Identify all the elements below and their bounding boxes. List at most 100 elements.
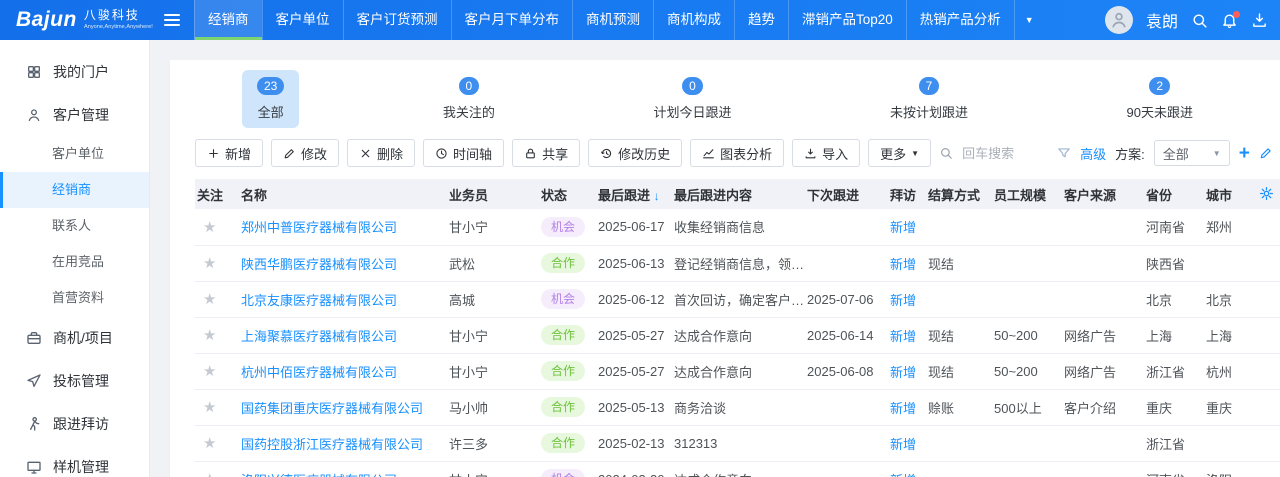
visit-add-link[interactable]: 新增 [890, 437, 916, 452]
top-tab-opportunity-forecast[interactable]: 商机预测 [572, 0, 653, 40]
sidebar-item-customer-management[interactable]: 客户管理 [0, 93, 149, 136]
column-header-province[interactable]: 省份 [1144, 179, 1204, 209]
sidebar-item-follow-up-visit[interactable]: 跟进拜访 [0, 402, 149, 445]
favorite-star-icon[interactable]: ★ [203, 291, 216, 308]
company-name-link[interactable]: 杭州中佰医疗器械有限公司 [241, 365, 397, 380]
favorite-star-icon[interactable]: ★ [203, 399, 216, 416]
company-name-link[interactable]: 陕西华鹏医疗器械有限公司 [241, 257, 397, 272]
sidebar-subitem-contacts[interactable]: 联系人 [0, 208, 149, 244]
stat-no-follow-90d[interactable]: 290天未跟进 [1112, 70, 1208, 128]
column-settings-gear-icon[interactable] [1259, 186, 1274, 201]
column-header-next-follow[interactable]: 下次跟进 [805, 179, 888, 209]
cell-name: 上海聚慕医疗器械有限公司 [239, 317, 447, 353]
stat-off-plan[interactable]: 7未按计划跟进 [875, 70, 983, 128]
favorite-star-icon[interactable]: ★ [203, 435, 216, 452]
notifications-bell-icon[interactable] [1221, 12, 1238, 29]
cell-visit: 新增 [888, 353, 926, 389]
add-button[interactable]: 新增 [195, 139, 263, 167]
visit-add-link[interactable]: 新增 [890, 329, 916, 344]
column-header-city[interactable]: 城市 [1204, 179, 1262, 209]
top-tab-dealer[interactable]: 经销商 [194, 0, 262, 40]
cell-province: 上海 [1144, 317, 1204, 353]
edit-button[interactable]: 修改 [271, 139, 339, 167]
visit-add-link[interactable]: 新增 [890, 365, 916, 380]
table-search-input[interactable] [962, 146, 1048, 161]
chart-analysis-button[interactable]: 图表分析 [690, 139, 784, 167]
column-header-settlement[interactable]: 结算方式 [926, 179, 992, 209]
favorite-star-icon[interactable]: ★ [203, 363, 216, 380]
share-button[interactable]: 共享 [512, 139, 580, 167]
column-header-staff-size[interactable]: 员工规模 [992, 179, 1062, 209]
visit-add-link[interactable]: 新增 [890, 473, 916, 477]
filter-funnel-icon[interactable] [1057, 146, 1071, 160]
company-name-link[interactable]: 国药集团重庆医疗器械有限公司 [241, 401, 423, 416]
top-tab-trend[interactable]: 趋势 [734, 0, 788, 40]
visit-icon [26, 416, 42, 432]
download-icon[interactable] [1251, 12, 1268, 29]
advanced-filter-link[interactable]: 高级 [1080, 144, 1106, 163]
sidebar-subitem-customer-unit[interactable]: 客户单位 [0, 136, 149, 172]
sidebar-subitem-competing-products[interactable]: 在用竞品 [0, 244, 149, 280]
top-tab-slow-moving-top20[interactable]: 滞销产品Top20 [788, 0, 906, 40]
timeline-button[interactable]: 时间轴 [423, 139, 504, 167]
delete-button[interactable]: 删除 [347, 139, 415, 167]
favorite-star-icon[interactable]: ★ [203, 219, 216, 236]
company-name-link[interactable]: 郑州中普医疗器械有限公司 [241, 220, 397, 235]
cell-settlement: 现结 [926, 245, 992, 281]
stat-all[interactable]: 23全部 [242, 70, 299, 128]
sidebar-subitem-initial-qualification[interactable]: 首营资料 [0, 280, 149, 316]
top-tab-customer-monthly-order-distribution[interactable]: 客户月下单分布 [451, 0, 573, 40]
favorite-star-icon[interactable]: ★ [203, 471, 216, 477]
cell-visit: 新增 [888, 209, 926, 245]
visit-add-link[interactable]: 新增 [890, 401, 916, 416]
edit-history-button[interactable]: 修改历史 [588, 139, 682, 167]
visit-add-link[interactable]: 新增 [890, 257, 916, 272]
add-scheme-icon[interactable]: + [1239, 144, 1250, 163]
cell-settlement: 现结 [926, 353, 992, 389]
company-name-link[interactable]: 北京友康医疗器械有限公司 [241, 293, 397, 308]
search-icon[interactable] [1191, 12, 1208, 29]
cell-last-follow: 2025-02-13 [596, 425, 672, 461]
username[interactable]: 袁朗 [1146, 8, 1178, 32]
column-header-visit[interactable]: 拜访 [888, 179, 926, 209]
menu-toggle-icon[interactable] [150, 0, 194, 40]
top-tab-hot-product-analysis[interactable]: 热销产品分析 [906, 0, 1015, 40]
sidebar-item-opportunity-project[interactable]: 商机/项目 [0, 316, 149, 359]
sidebar-item-my-portal[interactable]: 我的门户 [0, 50, 149, 93]
company-name-link[interactable]: 国药控股浙江医疗器械有限公司 [241, 437, 423, 452]
stat-my-followed[interactable]: 0我关注的 [428, 70, 510, 128]
import-button[interactable]: 导入 [792, 139, 860, 167]
scheme-select[interactable]: 全部 ▼ [1154, 140, 1230, 166]
cell-favorite: ★ [195, 425, 239, 461]
column-header-last-follow[interactable]: 最后跟进 ↓ [596, 179, 672, 209]
more-button[interactable]: 更多▼ [868, 139, 931, 167]
column-header-salesman[interactable]: 业务员 [447, 179, 539, 209]
edit-scheme-icon[interactable] [1259, 146, 1273, 160]
top-tab-customer-unit[interactable]: 客户单位 [262, 0, 343, 40]
column-header-last-follow-content[interactable]: 最后跟进内容 [672, 179, 805, 209]
top-tab-opportunity-composition[interactable]: 商机构成 [653, 0, 734, 40]
column-header-name[interactable]: 名称 [239, 179, 447, 209]
top-tab-customer-order-forecast[interactable]: 客户订货预测 [343, 0, 451, 40]
favorite-star-icon[interactable]: ★ [203, 255, 216, 272]
column-header-customer-source[interactable]: 客户来源 [1062, 179, 1144, 209]
stat-planned-today[interactable]: 0计划今日跟进 [638, 70, 746, 128]
favorite-star-icon[interactable]: ★ [203, 327, 216, 344]
sidebar-item-bidding-management[interactable]: 投标管理 [0, 359, 149, 402]
app-logo[interactable]: Bajun 八骏科技 Anyone,Anytime,Anywhere! [0, 8, 150, 32]
cell-province: 重庆 [1144, 389, 1204, 425]
cell-city: 北京 [1204, 281, 1262, 317]
column-header-status[interactable]: 状态 [539, 179, 596, 209]
cell-name: 陕西华鹏医疗器械有限公司 [239, 245, 447, 281]
sidebar-subitem-dealer[interactable]: 经销商 [0, 172, 149, 208]
cell-name: 洛阳兴德医疗器械有限公司 [239, 461, 447, 477]
company-name-link[interactable]: 上海聚慕医疗器械有限公司 [241, 329, 397, 344]
sidebar-item-sample-management[interactable]: 样机管理 [0, 445, 149, 477]
nav-more-caret-icon[interactable]: ▼ [1015, 0, 1044, 40]
company-name-link[interactable]: 洛阳兴德医疗器械有限公司 [241, 473, 397, 477]
column-header-favorite[interactable]: 关注 [195, 179, 239, 209]
visit-add-link[interactable]: 新增 [890, 293, 916, 308]
cell-settlement [926, 281, 992, 317]
avatar[interactable] [1105, 6, 1133, 34]
visit-add-link[interactable]: 新增 [890, 220, 916, 235]
